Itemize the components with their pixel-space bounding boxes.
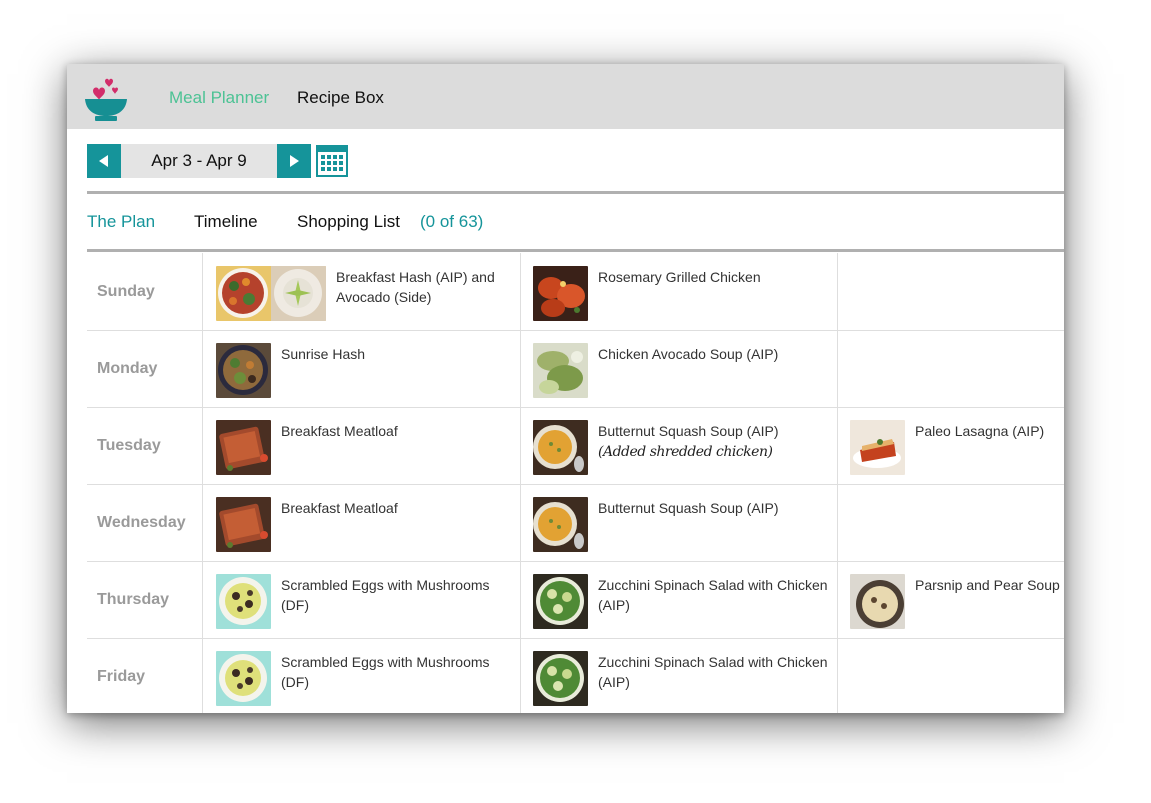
meal-title[interactable]: Rosemary Grilled Chicken	[598, 267, 828, 287]
meal-slot-2: Chicken Avocado Soup (AIP)	[520, 330, 838, 407]
day-row-tuesday: Tuesday Breakfast Meatloaf Butternut Squ…	[87, 407, 1064, 485]
recipe-photo	[216, 574, 271, 629]
meal-title[interactable]: Zucchini Spinach Salad with Chicken (AIP…	[598, 575, 828, 615]
meal-title[interactable]: Breakfast Meatloaf	[281, 421, 511, 441]
meal-title[interactable]: Chicken Avocado Soup (AIP)	[598, 344, 828, 364]
tab-timeline[interactable]: Timeline	[194, 212, 258, 232]
meal-card[interactable]: Sunrise Hash	[203, 330, 520, 407]
meal-title[interactable]: Butternut Squash Soup (AIP)	[598, 498, 828, 518]
meal-slot-1: Scrambled Eggs with Mushrooms (DF)	[203, 561, 521, 638]
app-window: Meal Planner Recipe Box Apr 3 - Apr 9 Th…	[67, 64, 1064, 713]
divider	[87, 191, 1064, 194]
meal-title[interactable]: Parsnip and Pear Soup	[915, 575, 1064, 595]
meal-card[interactable]: Chicken Avocado Soup (AIP)	[520, 330, 837, 407]
meal-slot-3: Parsnip and Pear Soup	[837, 561, 1064, 638]
meal-slot-1: Breakfast Meatloaf	[203, 484, 521, 561]
day-label: Thursday	[87, 561, 203, 638]
recipe-photo	[533, 420, 588, 475]
tab-shopping-list[interactable]: Shopping List	[297, 212, 400, 232]
meal-slot-3	[837, 253, 1064, 330]
meal-title[interactable]: Paleo Lasagna (AIP)	[915, 421, 1063, 441]
meal-slot-3	[837, 638, 1064, 713]
meal-slot-2: Zucchini Spinach Salad with Chicken (AIP…	[520, 638, 838, 713]
meal-card[interactable]: Butternut Squash Soup (AIP)	[520, 484, 837, 561]
day-row-friday: Friday Scrambled Eggs with Mushrooms (DF…	[87, 638, 1064, 713]
meal-card[interactable]: Breakfast Meatloaf	[203, 407, 520, 484]
shopping-count: (0 of 63)	[420, 212, 484, 231]
day-label: Monday	[87, 330, 203, 407]
meal-slot-2: Butternut Squash Soup (AIP)	[520, 484, 838, 561]
divider	[87, 249, 1064, 252]
recipe-photo	[850, 574, 905, 629]
meal-card[interactable]: Butternut Squash Soup (AIP) (Added shred…	[520, 407, 837, 484]
triangle-right-icon	[290, 155, 299, 167]
next-week-button[interactable]	[277, 144, 311, 178]
calendar-icon[interactable]	[316, 144, 348, 178]
meal-slot-3	[837, 484, 1064, 561]
meal-slot-1: Breakfast Meatloaf	[203, 407, 521, 484]
meal-slot-3: Paleo Lasagna (AIP)	[837, 407, 1064, 484]
meal-card[interactable]: Zucchini Spinach Salad with Chicken (AIP…	[520, 638, 837, 713]
meal-card[interactable]: Zucchini Spinach Salad with Chicken (AIP…	[520, 561, 837, 638]
top-nav-bar: Meal Planner Recipe Box	[67, 64, 1064, 129]
meal-title[interactable]: Scrambled Eggs with Mushrooms (DF)	[281, 652, 511, 692]
recipe-photo	[533, 497, 588, 552]
meal-slot-1: Scrambled Eggs with Mushrooms (DF)	[203, 638, 521, 713]
meal-title[interactable]: Sunrise Hash	[281, 344, 511, 364]
recipe-photo	[533, 651, 588, 706]
day-row-monday: Monday Sunrise Hash Chicken Avocado Soup…	[87, 330, 1064, 408]
bowl-with-hearts-icon[interactable]	[83, 69, 129, 123]
meal-title[interactable]: Breakfast Hash (AIP) and Avocado (Side)	[336, 267, 511, 307]
day-row-sunday: Sunday Breakfast Hash (AIP) and Avocado …	[87, 253, 1064, 331]
previous-week-button[interactable]	[87, 144, 121, 178]
meal-title[interactable]: Scrambled Eggs with Mushrooms (DF)	[281, 575, 511, 615]
day-label: Friday	[87, 638, 203, 713]
meal-slot-3	[837, 330, 1064, 407]
triangle-left-icon	[99, 155, 108, 167]
meal-card[interactable]: Breakfast Meatloaf	[203, 484, 520, 561]
recipe-photo	[533, 266, 588, 321]
meal-card[interactable]: Breakfast Hash (AIP) and Avocado (Side)	[203, 253, 520, 330]
recipe-photo	[850, 420, 905, 475]
meal-card[interactable]: Paleo Lasagna (AIP)	[837, 407, 1064, 484]
day-label: Wednesday	[87, 484, 203, 561]
meal-card[interactable]: Rosemary Grilled Chicken	[520, 253, 837, 330]
meal-card[interactable]: Scrambled Eggs with Mushrooms (DF)	[203, 638, 520, 713]
day-row-wednesday: Wednesday Breakfast Meatloaf Butternut S…	[87, 484, 1064, 562]
meal-slot-1: Sunrise Hash	[203, 330, 521, 407]
recipe-photo	[216, 343, 271, 398]
meal-slot-2: Butternut Squash Soup (AIP) (Added shred…	[520, 407, 838, 484]
meal-slot-1: Breakfast Hash (AIP) and Avocado (Side)	[203, 253, 521, 330]
tab-the-plan[interactable]: The Plan	[87, 212, 155, 232]
meal-title[interactable]: Zucchini Spinach Salad with Chicken (AIP…	[598, 652, 828, 692]
day-row-thursday: Thursday Scrambled Eggs with Mushrooms (…	[87, 561, 1064, 639]
meal-card[interactable]: Scrambled Eggs with Mushrooms (DF)	[203, 561, 520, 638]
recipe-photo	[533, 574, 588, 629]
meal-slot-2: Rosemary Grilled Chicken	[520, 253, 838, 330]
day-label: Tuesday	[87, 407, 203, 484]
recipe-photo	[216, 266, 326, 321]
nav-meal-planner[interactable]: Meal Planner	[169, 88, 269, 108]
recipe-photo	[216, 651, 271, 706]
meal-note: (Added shredded chicken)	[598, 444, 773, 460]
meal-title[interactable]: Butternut Squash Soup (AIP)	[598, 421, 828, 441]
day-label: Sunday	[87, 253, 203, 330]
week-range-label: Apr 3 - Apr 9	[121, 144, 277, 178]
meal-card[interactable]: Parsnip and Pear Soup	[837, 561, 1064, 638]
meal-title[interactable]: Breakfast Meatloaf	[281, 498, 511, 518]
recipe-photo	[216, 420, 271, 475]
meal-slot-2: Zucchini Spinach Salad with Chicken (AIP…	[520, 561, 838, 638]
nav-recipe-box[interactable]: Recipe Box	[297, 88, 384, 108]
recipe-photo	[533, 343, 588, 398]
recipe-photo	[216, 497, 271, 552]
